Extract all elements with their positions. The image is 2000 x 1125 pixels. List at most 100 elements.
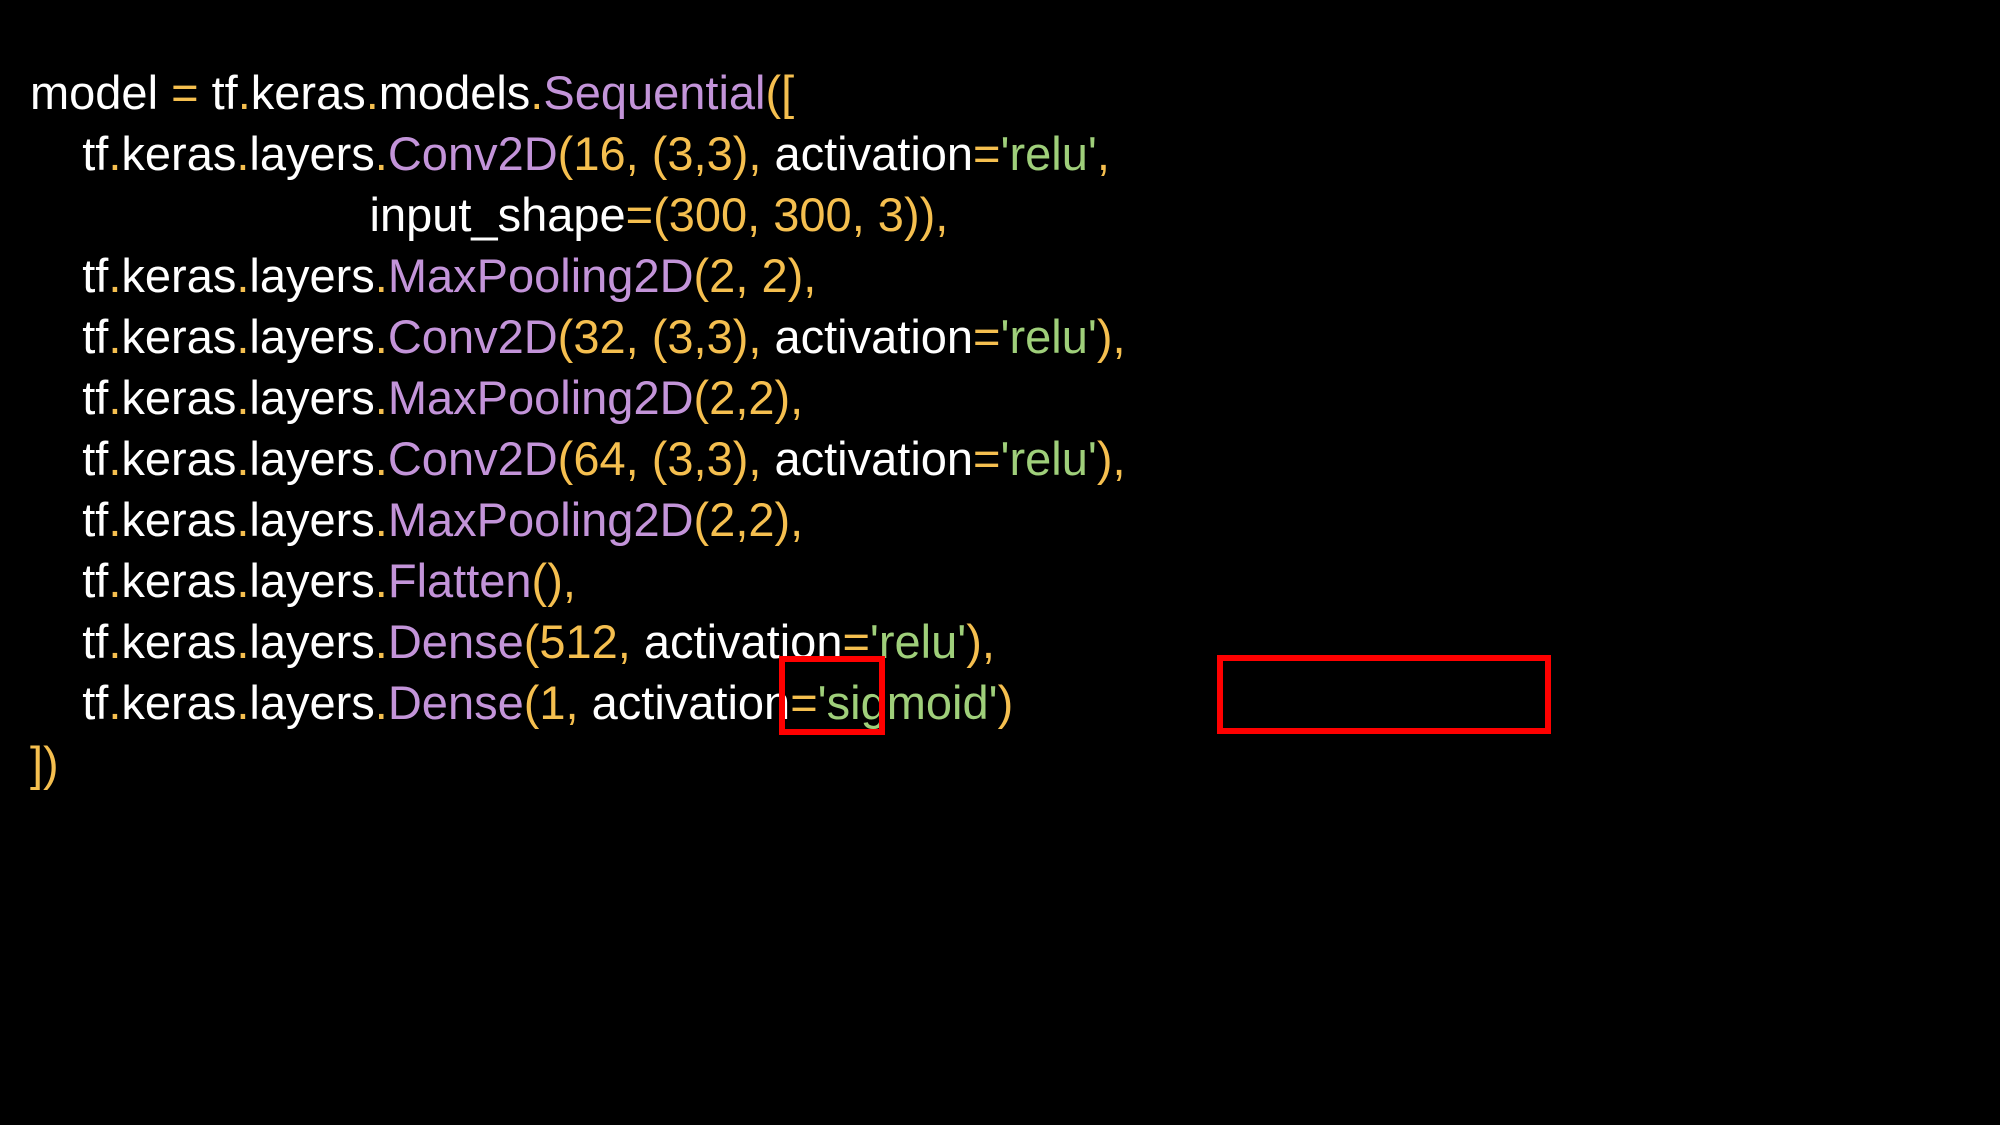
code-line: ]) [30,733,1126,794]
code-token-operator: (2, 2), [693,249,817,302]
code-token-operator: . [236,676,250,729]
code-line: tf.keras.layers.Dense(1, activation='sig… [30,672,1126,733]
code-token-operator: ), [966,615,995,668]
code-token-function: MaxPooling2D [387,249,694,302]
code-token-operator: = [973,310,1001,363]
code-token-operator: . [374,371,388,424]
code-token-operator: . [374,310,388,363]
code-token-operator: . [108,310,122,363]
code-token-string: 'relu' [1000,432,1097,485]
code-token-operator: . [108,493,122,546]
code-token-operator: . [374,615,388,668]
code-token-operator: . [365,66,379,119]
code-token-operator: . [108,249,122,302]
code-token-function: Flatten [387,554,532,607]
code-token-operator: ), [1096,310,1126,363]
code-token-text: keras [121,249,237,302]
code-token-operator: =(300, 300, 3)), [625,188,949,241]
code-token-text: models [378,66,531,119]
code-line: tf.keras.layers.Conv2D(64, (3,3), activa… [30,428,1126,489]
code-token-operator: . [530,66,544,119]
code-token-text: tf [198,66,238,119]
code-token-operator: . [237,66,251,119]
code-token-text: keras [121,493,237,546]
code-token-text: keras [121,554,237,607]
code-token-text: keras [121,676,237,729]
code-token-text: tf [82,310,109,363]
code-token-text: keras [121,432,237,485]
slide: model = tf.keras.models.Sequential([ tf.… [0,0,2000,1125]
code-token-operator: . [236,493,250,546]
code-token-operator: (), [531,554,576,607]
code-token-operator: (32, (3,3), [557,310,775,363]
code-token-text: tf [82,249,109,302]
code-token-text: keras [121,310,237,363]
code-token-text: keras [121,127,237,180]
code-token-operator: (16, (3,3), [557,127,775,180]
code-token-function: Conv2D [387,310,558,363]
code-token-operator: . [108,127,122,180]
code-token-operator: . [236,615,250,668]
code-token-text: activation [591,676,791,729]
highlight-box-large [1217,655,1551,734]
code-token-text: layers [249,554,375,607]
code-token-operator: ), [1096,432,1126,485]
code-token-text: tf [82,432,109,485]
code-token-operator: . [108,554,122,607]
code-token-operator: . [236,249,250,302]
code-token-text: layers [249,493,375,546]
code-token-operator: (512, [523,615,644,668]
code-token-text: layers [249,676,375,729]
code-token-operator: ]) [30,737,59,790]
code-token-operator: (1, [523,676,592,729]
code-token-operator: . [108,615,122,668]
code-token-operator: . [108,676,122,729]
code-token-operator: (2,2), [693,493,804,546]
code-token-text: layers [249,249,375,302]
code-token-operator: . [236,371,250,424]
code-token-text: model [30,66,172,119]
code-token-operator: . [374,493,388,546]
code-token-operator: . [236,554,250,607]
code-token-string: 'relu' [1000,127,1097,180]
code-token-function: MaxPooling2D [387,493,694,546]
code-line: model = tf.keras.models.Sequential([ [30,62,1126,123]
code-token-operator: . [374,554,388,607]
code-token-operator: ) [997,676,1014,729]
code-token-text: activation [774,127,974,180]
code-token-function: Sequential [543,66,766,119]
code-block: model = tf.keras.models.Sequential([ tf.… [30,62,1126,794]
code-token-text: tf [82,554,109,607]
code-line: tf.keras.layers.MaxPooling2D(2,2), [30,489,1126,550]
code-token-text: layers [249,371,375,424]
code-token-text: keras [250,66,366,119]
code-token-operator: . [236,310,250,363]
code-token-operator: . [108,371,122,424]
code-token-operator: . [374,127,388,180]
code-token-function: Conv2D [387,432,558,485]
code-token-operator: . [108,432,122,485]
code-token-text: activation [774,432,974,485]
code-token-text: tf [82,676,109,729]
code-token-function: Conv2D [387,127,558,180]
code-token-text: layers [249,615,375,668]
code-line: tf.keras.layers.MaxPooling2D(2, 2), [30,245,1126,306]
code-token-operator: (2,2), [693,371,804,424]
code-token-operator: . [236,432,250,485]
code-token-text: tf [82,493,109,546]
code-token-operator: . [374,432,388,485]
code-token-operator: . [374,249,388,302]
code-line: tf.keras.layers.Dense(512, activation='r… [30,611,1126,672]
code-token-string: 'relu' [1000,310,1097,363]
code-token-function: MaxPooling2D [387,371,694,424]
code-line: tf.keras.layers.MaxPooling2D(2,2), [30,367,1126,428]
